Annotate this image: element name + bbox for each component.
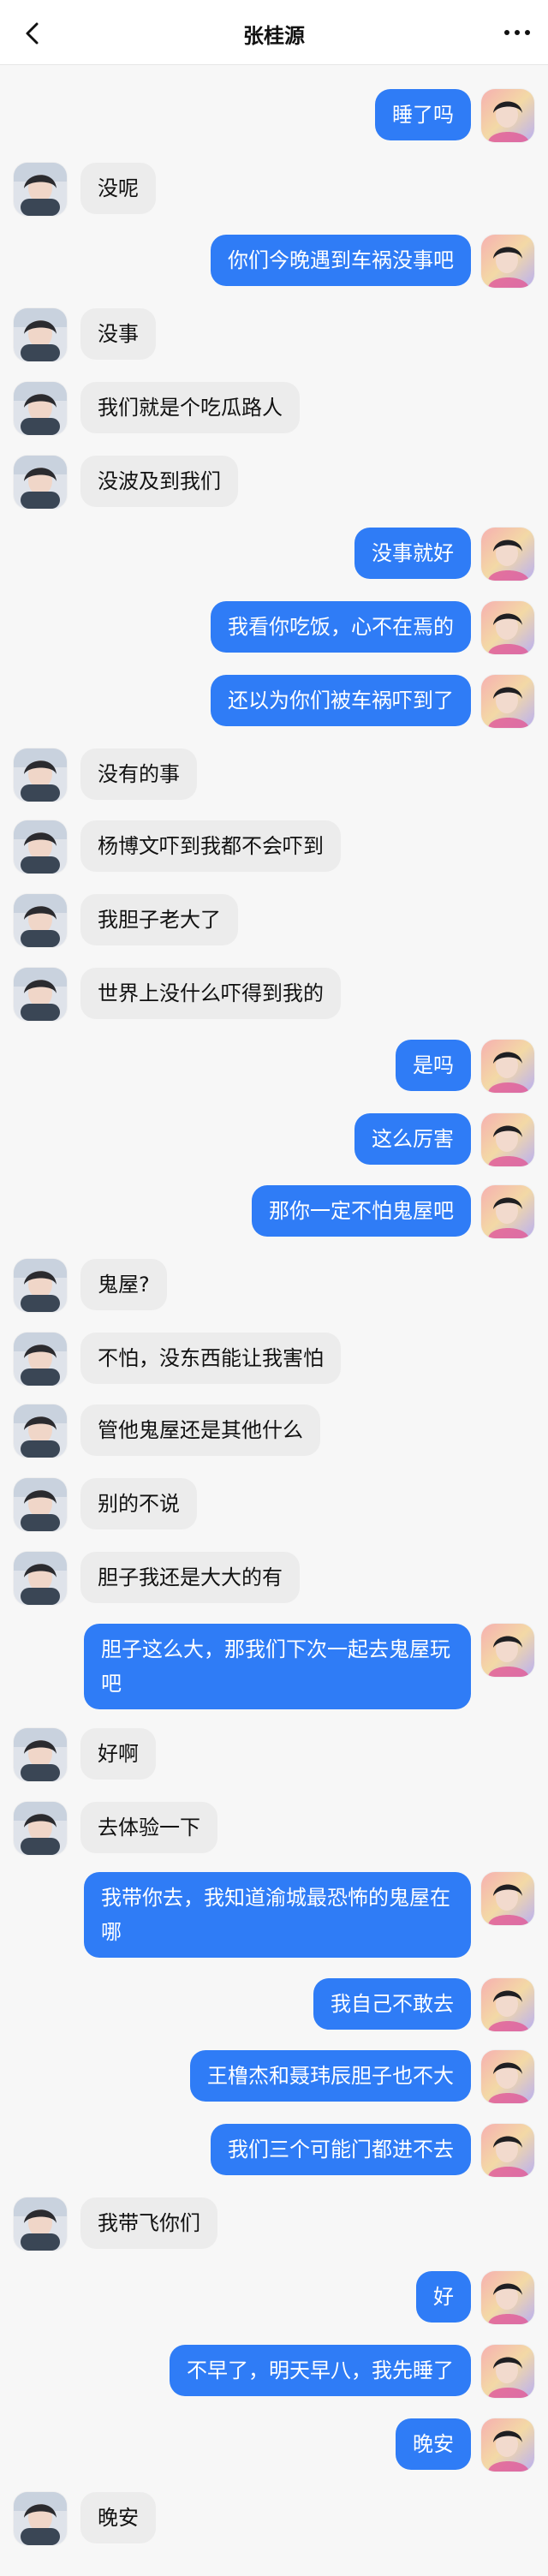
sent-message-bubble[interactable]: 不早了，明天早八，我先睡了 xyxy=(170,2345,471,2396)
my-avatar[interactable] xyxy=(481,1872,534,1925)
my-avatar[interactable] xyxy=(481,1624,534,1677)
contact-avatar[interactable] xyxy=(14,1404,67,1458)
received-message-bubble[interactable]: 不怕，没东西能让我害怕 xyxy=(80,1333,341,1384)
contact-avatar[interactable] xyxy=(14,2197,67,2251)
message-list: 睡了吗 没呢 你们今晚遇到车祸没事吧 没事 我们就是个吃瓜路人 没波及到我们 没… xyxy=(0,0,548,2576)
received-message-bubble[interactable]: 别的不说 xyxy=(80,1478,197,1530)
contact-avatar[interactable] xyxy=(14,894,67,947)
sent-message-bubble[interactable]: 我看你吃饭，心不在焉的 xyxy=(211,601,471,653)
received-message-bubble[interactable]: 杨博文吓到我都不会吓到 xyxy=(80,820,341,872)
contact-avatar[interactable] xyxy=(14,308,67,361)
my-avatar[interactable] xyxy=(481,1978,534,2031)
my-avatar[interactable] xyxy=(481,2050,534,2103)
my-avatar[interactable] xyxy=(481,675,534,728)
received-message-bubble[interactable]: 管他鬼屋还是其他什么 xyxy=(80,1404,320,1456)
my-avatar[interactable] xyxy=(481,1185,534,1238)
received-message-bubble[interactable]: 我带飞你们 xyxy=(80,2197,217,2249)
received-message-bubble[interactable]: 没事 xyxy=(80,308,156,360)
received-message-bubble[interactable]: 胆子我还是大大的有 xyxy=(80,1552,300,1603)
contact-avatar[interactable] xyxy=(14,382,67,435)
sent-message-bubble[interactable]: 晚安 xyxy=(396,2418,471,2470)
my-avatar[interactable] xyxy=(481,2345,534,2398)
contact-avatar[interactable] xyxy=(14,1333,67,1386)
my-avatar[interactable] xyxy=(481,1040,534,1093)
sent-message-bubble[interactable]: 王橹杰和聂玮辰胆子也不大 xyxy=(190,2050,471,2102)
sent-message-bubble[interactable]: 你们今晚遇到车祸没事吧 xyxy=(211,235,471,286)
contact-avatar[interactable] xyxy=(14,748,67,802)
my-avatar[interactable] xyxy=(481,528,534,581)
contact-avatar[interactable] xyxy=(14,1552,67,1605)
sent-message-bubble[interactable]: 胆子这么大，那我们下次一起去鬼屋玩吧 xyxy=(84,1624,471,1709)
sent-message-bubble[interactable]: 好 xyxy=(416,2271,471,2323)
sent-message-bubble[interactable]: 我们三个可能门都进不去 xyxy=(211,2124,471,2175)
sent-message-bubble[interactable]: 那你一定不怕鬼屋吧 xyxy=(252,1185,471,1237)
received-message-bubble[interactable]: 好啊 xyxy=(80,1728,156,1780)
my-avatar[interactable] xyxy=(481,2124,534,2177)
my-avatar[interactable] xyxy=(481,601,534,654)
contact-avatar[interactable] xyxy=(14,1259,67,1312)
received-message-bubble[interactable]: 世界上没什么吓得到我的 xyxy=(80,968,341,1019)
sent-message-bubble[interactable]: 我自己不敢去 xyxy=(313,1978,471,2030)
received-message-bubble[interactable]: 我胆子老大了 xyxy=(80,894,238,945)
received-message-bubble[interactable]: 没呢 xyxy=(80,163,156,214)
contact-avatar[interactable] xyxy=(14,2492,67,2545)
contact-avatar[interactable] xyxy=(14,1478,67,1531)
received-message-bubble[interactable]: 我们就是个吃瓜路人 xyxy=(80,382,300,433)
sent-message-bubble[interactable]: 还以为你们被车祸吓到了 xyxy=(211,675,471,726)
contact-avatar[interactable] xyxy=(14,968,67,1021)
contact-avatar[interactable] xyxy=(14,456,67,509)
my-avatar[interactable] xyxy=(481,89,534,142)
sent-message-bubble[interactable]: 这么厉害 xyxy=(354,1113,471,1165)
received-message-bubble[interactable]: 没有的事 xyxy=(80,748,197,800)
sent-message-bubble[interactable]: 睡了吗 xyxy=(375,89,471,140)
contact-avatar[interactable] xyxy=(14,1728,67,1781)
received-message-bubble[interactable]: 晚安 xyxy=(80,2492,156,2543)
sent-message-bubble[interactable]: 没事就好 xyxy=(354,528,471,579)
received-message-bubble[interactable]: 鬼屋? xyxy=(80,1259,167,1310)
received-message-bubble[interactable]: 没波及到我们 xyxy=(80,456,238,507)
sent-message-bubble[interactable]: 是吗 xyxy=(396,1040,471,1091)
my-avatar[interactable] xyxy=(481,2271,534,2324)
my-avatar[interactable] xyxy=(481,235,534,288)
received-message-bubble[interactable]: 去体验一下 xyxy=(80,1802,217,1853)
my-avatar[interactable] xyxy=(481,1113,534,1166)
contact-avatar[interactable] xyxy=(14,820,67,874)
sent-message-bubble[interactable]: 我带你去，我知道渝城最恐怖的鬼屋在哪 xyxy=(84,1872,471,1958)
contact-avatar[interactable] xyxy=(14,1802,67,1855)
contact-avatar[interactable] xyxy=(14,163,67,216)
my-avatar[interactable] xyxy=(481,2418,534,2472)
